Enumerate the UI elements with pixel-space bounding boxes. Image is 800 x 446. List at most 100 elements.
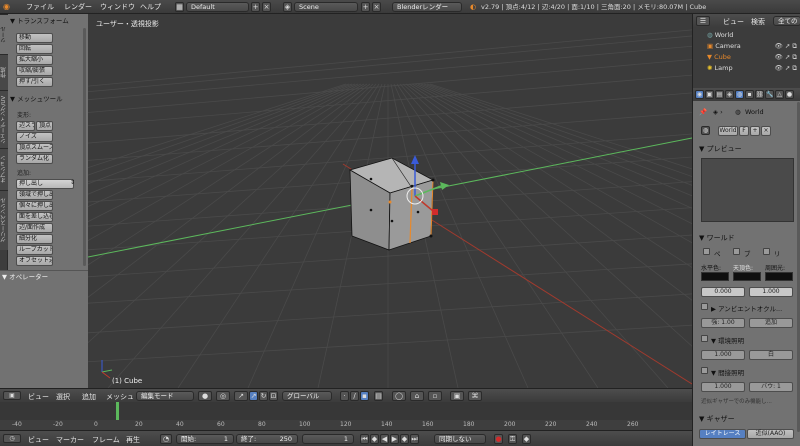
edge-select-icon[interactable]: / [350, 391, 359, 401]
randomize-button[interactable]: ランダム化 [16, 154, 53, 164]
indirect-energy-field[interactable]: 1.000 [701, 382, 745, 392]
jump-end-icon[interactable]: ⏭ [410, 434, 419, 444]
operator-panel-header[interactable]: ▼ オペレーター [2, 272, 48, 282]
push-pull-button[interactable]: 押す/引く [16, 77, 53, 87]
mesh-tools-panel-header[interactable]: ▼ メッシュツール [10, 94, 63, 104]
keying-set-icon[interactable]: ⚿ [508, 434, 517, 444]
cube-visibility-icons[interactable]: 👁 ➚ ⧉ [775, 53, 797, 62]
constraints-tab-icon[interactable]: ⛓ [755, 90, 764, 99]
mode-dropdown[interactable]: 編集モード [136, 391, 194, 401]
scene-dropdown[interactable]: Scene [294, 2, 358, 12]
make-edge-face-button[interactable]: 辺/面作成 [16, 223, 53, 233]
rotate-manipulator-icon[interactable]: ↻ [259, 391, 268, 401]
tab-tools[interactable]: ツール [0, 14, 8, 54]
menu-file[interactable]: ファイル [26, 2, 54, 12]
screen-layout-dropdown[interactable]: Default [186, 2, 249, 12]
cube-mesh[interactable] [348, 157, 435, 251]
gather-raytrace-tab[interactable]: レイトレース [699, 429, 746, 439]
3d-viewport[interactable]: ユーザー・透視投影 (1) Cube [88, 14, 692, 388]
extrude-dropdown[interactable]: 押し出し [16, 179, 74, 189]
scene-tab-icon[interactable]: ◈ [725, 90, 734, 99]
new-world-button[interactable]: + [750, 126, 760, 136]
menu-add[interactable]: 追加 [82, 392, 96, 402]
snap-icon[interactable]: ⌂ [410, 391, 424, 401]
env-energy-field[interactable]: 1.000 [701, 350, 745, 360]
ao-strength-field[interactable]: 強: 1.00 [701, 318, 745, 328]
layout-icon[interactable]: ▦ [175, 2, 184, 12]
properties-editor-icon[interactable]: ◉ [695, 90, 704, 99]
ao-checkbox[interactable] [701, 303, 708, 310]
outliner-menu-search[interactable]: 検索 [751, 17, 765, 27]
menu-mesh[interactable]: メッシュ [106, 392, 134, 402]
outliner-item-lamp[interactable]: ✺ Lamp 👁 ➚ ⧉ [707, 64, 797, 72]
play-icon[interactable]: ▶ [390, 434, 399, 444]
render-engine-dropdown[interactable]: Blenderレンダー [392, 2, 462, 12]
tab-shading-uv[interactable]: シェーディング/UV [0, 90, 8, 148]
pin-icon[interactable]: 📌 [699, 108, 707, 116]
smooth-vertex-button[interactable]: 頂点スムーズ [16, 143, 53, 153]
blend-sky-checkbox[interactable] [733, 248, 740, 255]
xray-icon[interactable]: ▤ [374, 391, 383, 401]
vertex-slide-button[interactable]: 頂点 [36, 121, 53, 131]
menu-select[interactable]: 選択 [56, 392, 70, 402]
sync-mode-dropdown[interactable]: 同期しない [434, 434, 486, 444]
world-name-field[interactable]: World [718, 126, 738, 136]
inset-faces-button[interactable]: 面を差し込む [16, 212, 53, 222]
outliner-item-world[interactable]: ◍ World [707, 31, 733, 39]
tab-options[interactable]: オプション [0, 148, 8, 190]
snap-element-icon[interactable]: ▫ [428, 391, 442, 401]
indirect-lighting-checkbox[interactable] [701, 367, 708, 374]
timeline-editor-icon[interactable]: ◷ [3, 434, 21, 443]
scene-icon[interactable]: ◈ [283, 2, 292, 12]
outliner-editor-icon[interactable]: ☰ [696, 16, 710, 26]
env-color-dropdown[interactable]: 白 [749, 350, 793, 360]
timeline-menu-frame[interactable]: フレーム [92, 435, 120, 445]
outliner-menu-view[interactable]: ビュー [723, 17, 744, 27]
ao-blend-dropdown[interactable]: 追加 [749, 318, 793, 328]
add-layout-button[interactable]: + [251, 2, 260, 12]
world-panel-header[interactable]: ▼ ワールド [699, 233, 735, 243]
extrude-individual-button[interactable]: 個々に押し出し [16, 201, 53, 211]
outliner-display-dropdown[interactable]: 全てのシ [773, 16, 800, 26]
play-reverse-icon[interactable]: ◀ [380, 434, 389, 444]
horizon-value-field[interactable]: 0.000 [701, 287, 745, 297]
blender-logo-icon[interactable]: ◉ [3, 2, 17, 12]
current-frame-field[interactable]: 1 [302, 434, 354, 444]
insert-keyframe-icon[interactable]: ◆ [522, 434, 531, 444]
camera-view-icon[interactable]: ⌘ [468, 391, 482, 401]
loop-cut-button[interactable]: ループカットと... [16, 245, 53, 255]
timeline-menu-playback[interactable]: 再生 [126, 435, 140, 445]
rotate-button[interactable]: 回転 [16, 44, 53, 54]
world-tab-icon[interactable]: ◍ [735, 90, 744, 99]
outliner-item-camera[interactable]: ▣ Camera 👁 ➚ ⧉ [707, 42, 797, 50]
pivot-icon[interactable]: ◎ [216, 391, 230, 401]
timeline-menu-marker[interactable]: マーカー [56, 435, 84, 445]
translate-button[interactable]: 移動 [16, 33, 53, 43]
end-frame-field[interactable]: 終了: 250 [236, 434, 298, 444]
env-lighting-checkbox[interactable] [701, 335, 708, 342]
zenith-color-swatch[interactable] [733, 272, 761, 281]
transform-panel-header[interactable]: ▼ トランスフォーム [10, 16, 69, 26]
gather-panel-header[interactable]: ▼ ギャザー [699, 414, 735, 424]
manipulator-toggle-icon[interactable]: ↗ [234, 391, 248, 401]
layers-tab-icon[interactable]: ▤ [715, 90, 724, 99]
menu-window[interactable]: ウィンドウ [100, 2, 135, 12]
menu-help[interactable]: ヘルプ [140, 2, 161, 12]
proportional-edit-icon[interactable]: ◯ [392, 391, 406, 401]
translate-manipulator-icon[interactable]: ↗ [249, 391, 258, 401]
tool-shelf-scrollbar[interactable] [83, 28, 86, 266]
jump-start-icon[interactable]: ⏮ [360, 434, 369, 444]
subdivide-button[interactable]: 細分化 [16, 234, 53, 244]
face-select-icon[interactable]: ▪ [360, 391, 369, 401]
delete-scene-button[interactable]: × [372, 2, 381, 12]
render-tab-icon[interactable]: ▣ [705, 90, 714, 99]
noise-button[interactable]: ノイズ [16, 132, 53, 142]
preview-range-icon[interactable]: ◔ [160, 434, 172, 444]
gather-approximate-tab[interactable]: 近似(AAO) [747, 429, 794, 439]
indirect-bounces-field[interactable]: バウ: 1 [749, 382, 793, 392]
ambient-color-swatch[interactable] [765, 272, 793, 281]
zenith-value-field[interactable]: 1.000 [749, 287, 793, 297]
indirect-lighting-panel-header[interactable]: ▼ 間接照明 [711, 367, 744, 377]
preview-panel-header[interactable]: ▼ プレビュー [699, 144, 742, 154]
timeline-menu-view[interactable]: ビュー [28, 435, 49, 445]
